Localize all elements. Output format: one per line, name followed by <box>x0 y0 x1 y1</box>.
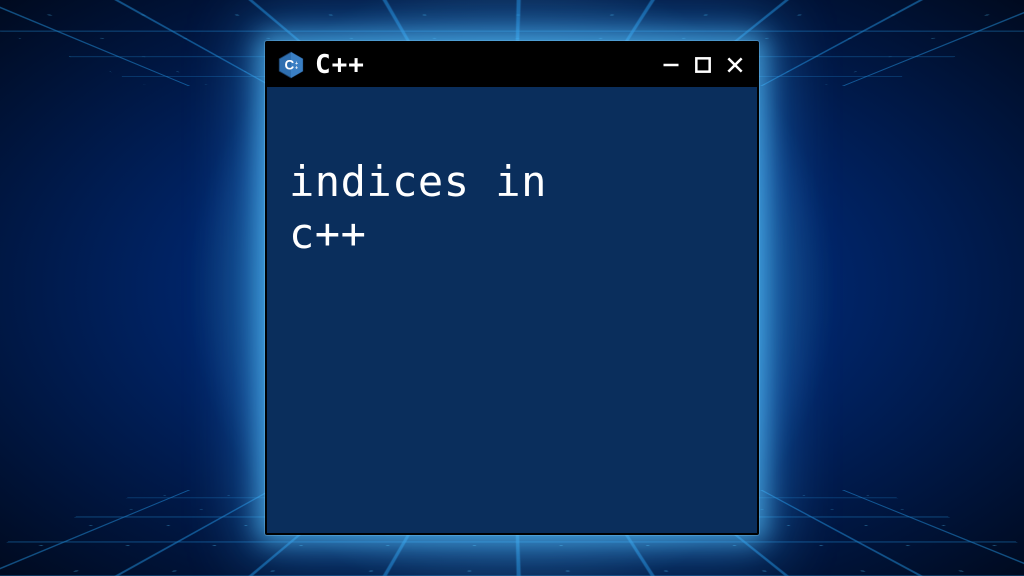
svg-text:C: C <box>284 57 294 72</box>
titlebar[interactable]: C + + C++ <box>267 43 757 87</box>
maximize-button[interactable] <box>691 53 715 77</box>
terminal-body: indices in c++ <box>267 87 757 533</box>
window-controls <box>659 53 747 77</box>
svg-text:+: + <box>295 65 298 71</box>
minimize-button[interactable] <box>659 53 683 77</box>
cpp-logo-icon: C + + <box>277 51 305 79</box>
body-text: indices in c++ <box>289 157 547 259</box>
window-title: C++ <box>315 50 649 80</box>
terminal-window: C + + C++ indices in c++ <box>265 41 759 535</box>
close-button[interactable] <box>723 53 747 77</box>
